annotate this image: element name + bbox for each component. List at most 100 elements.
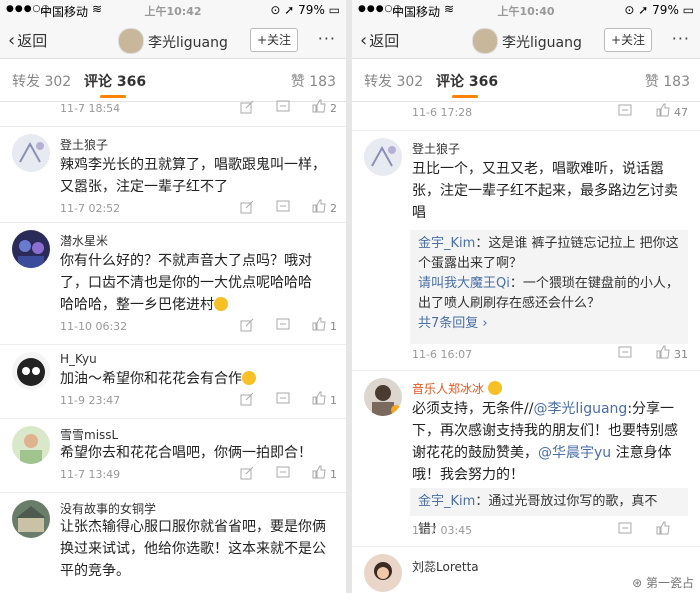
comment-line: 唱 bbox=[412, 205, 426, 221]
comment-time: 11-7 03:45 bbox=[412, 524, 473, 537]
like-icon[interactable] bbox=[312, 199, 326, 213]
list-item: 雪雪missL 希望你去和花花合唱吧，你俩一拍即合！ 11-7 13:49 1 bbox=[0, 418, 346, 493]
repost-icon[interactable] bbox=[240, 100, 254, 114]
comment-time: 11-7 18:54 bbox=[60, 102, 121, 115]
comment-icon[interactable] bbox=[276, 392, 290, 406]
tab-repost[interactable]: 转发 302 bbox=[364, 71, 423, 91]
comment-line: 张，注定一辈子红不起来，最多路边乞讨卖 bbox=[412, 183, 678, 199]
repost-icon[interactable] bbox=[240, 200, 254, 214]
nav-bar: ‹ 返回 李光liguang +关注 ··· bbox=[352, 22, 700, 59]
like-count: 2 bbox=[330, 102, 337, 115]
reply-item[interactable]: 请叫我大魔王Qi：一个猥琐在键盘前的小人， bbox=[418, 274, 680, 294]
reply-item[interactable]: 金宇_Kim：这是谁 裤子拉链忘记拉上 把你这 bbox=[418, 234, 680, 254]
comment-text: 必须支持，无条件//@李光liguang:分享一 下，再次感谢支持我的朋友们！也… bbox=[412, 398, 686, 486]
commenter-name[interactable]: 潜水星米 bbox=[60, 232, 108, 249]
commenter-name[interactable]: 登土狼子 bbox=[60, 136, 108, 153]
follow-button[interactable]: +关注 bbox=[250, 28, 298, 52]
comment-list: 11-6 17:28 47 登土狼子 丑比一个，又丑又老，唱歌难听，说话嚣 张，… bbox=[352, 102, 700, 593]
comment-icon[interactable] bbox=[618, 104, 632, 118]
comment-icon[interactable] bbox=[276, 200, 290, 214]
nav-bar: ‹ 返回 李光liguang +关注 ··· bbox=[0, 22, 346, 59]
list-item: 11-6 17:28 47 bbox=[352, 102, 700, 131]
avatar[interactable] bbox=[12, 230, 50, 268]
status-bar: ●●●○○ 中国移动 ≋ 上午10:42 ⊙ ➚ 79% ▭ bbox=[0, 0, 346, 22]
comment-line: 换过来试试，他给你选歌！这本来就不是公 bbox=[60, 541, 326, 557]
commenter-name[interactable]: 音乐人郑冰冰 bbox=[412, 380, 502, 397]
right-screenshot: ●●●○○ 中国移动 ≋ 上午10:40 ⊙ ➚ 79% ▭ ‹ 返回 李光lig… bbox=[352, 0, 700, 593]
upside-down-face-icon bbox=[214, 297, 228, 311]
like-count: 31 bbox=[674, 348, 688, 361]
commenter-name[interactable]: 登土狼子 bbox=[412, 140, 460, 157]
repost-icon[interactable] bbox=[240, 318, 254, 332]
like-icon[interactable] bbox=[312, 391, 326, 405]
reply-user[interactable]: 金宇_Kim bbox=[418, 494, 475, 509]
commenter-name-text: 音乐人郑冰冰 bbox=[412, 382, 485, 396]
author-avatar[interactable] bbox=[118, 28, 144, 54]
comment-icon[interactable] bbox=[276, 100, 290, 114]
comment-line: 让张杰输得心服口服你就省省吧，要是你俩 bbox=[60, 519, 326, 535]
reply-user[interactable]: 金宇_Kim bbox=[418, 236, 475, 251]
page-title: 李光liguang bbox=[502, 35, 582, 51]
repost-icon[interactable] bbox=[240, 392, 254, 406]
commenter-name[interactable]: 刘蕊Loretta bbox=[412, 558, 479, 575]
avatar[interactable] bbox=[364, 554, 402, 592]
mention-link[interactable]: @李光liguang bbox=[533, 401, 627, 417]
avatar[interactable] bbox=[12, 426, 50, 464]
avatar[interactable] bbox=[364, 138, 402, 176]
like-icon[interactable] bbox=[656, 521, 670, 535]
like-count: 47 bbox=[674, 106, 688, 119]
tab-indicator bbox=[100, 95, 126, 98]
tab-like[interactable]: 赞 183 bbox=[291, 71, 336, 91]
comment-text: 丑比一个，又丑又老，唱歌难听，说话嚣 张，注定一辈子红不起来，最多路边乞讨卖 唱 bbox=[412, 158, 686, 224]
tab-bar: 转发 302 评论 366 赞 183 bbox=[0, 59, 346, 102]
more-icon[interactable]: ··· bbox=[672, 29, 690, 48]
comment-line: 丑比一个，又丑又老，唱歌难听，说话嚣 bbox=[412, 161, 664, 177]
repost-icon[interactable] bbox=[240, 466, 254, 480]
author-avatar[interactable] bbox=[472, 28, 498, 54]
tab-like[interactable]: 赞 183 bbox=[645, 71, 690, 91]
watermark: ⊛ 第一瓷占 bbox=[632, 576, 694, 590]
avatar[interactable] bbox=[12, 352, 50, 390]
comment-line: 下，再次感谢支持我的朋友们！也要特别感 bbox=[412, 423, 678, 439]
comment-time: 11-9 23:47 bbox=[60, 394, 121, 407]
commenter-name[interactable]: H_Kyu bbox=[60, 352, 97, 366]
comment-line: 又嚣张，注定一辈子红不了 bbox=[60, 179, 228, 195]
comment-icon[interactable] bbox=[276, 466, 290, 480]
tab-comment[interactable]: 评论 366 bbox=[84, 71, 146, 91]
like-icon[interactable] bbox=[656, 345, 670, 359]
avatar[interactable] bbox=[364, 378, 402, 416]
mention-link[interactable]: @华晨宇yu bbox=[538, 445, 611, 461]
like-icon[interactable] bbox=[656, 103, 670, 117]
list-item: 登土狼子 丑比一个，又丑又老，唱歌难听，说话嚣 张，注定一辈子红不起来，最多路边… bbox=[352, 130, 700, 371]
comment-time: 11-6 17:28 bbox=[412, 106, 473, 119]
chevron-left-icon: ‹ bbox=[8, 30, 16, 51]
avatar[interactable] bbox=[12, 134, 50, 172]
like-icon[interactable] bbox=[312, 99, 326, 113]
like-icon[interactable] bbox=[312, 317, 326, 331]
more-replies-link[interactable]: 共7条回复 › bbox=[418, 314, 680, 334]
like-count: 1 bbox=[330, 394, 337, 407]
commenter-name[interactable]: 没有故事的女铜学 bbox=[60, 500, 156, 517]
like-icon[interactable] bbox=[312, 465, 326, 479]
follow-button[interactable]: +关注 bbox=[604, 28, 652, 52]
avatar[interactable] bbox=[12, 500, 50, 538]
like-count: 2 bbox=[330, 202, 337, 215]
like-count: 1 bbox=[330, 468, 337, 481]
reply-user[interactable]: 请叫我大魔王Qi bbox=[418, 276, 510, 291]
comment-time: 11-7 02:52 bbox=[60, 202, 121, 215]
tab-comment[interactable]: 评论 366 bbox=[436, 71, 498, 91]
crown-icon bbox=[487, 381, 502, 395]
tab-repost[interactable]: 转发 302 bbox=[12, 71, 71, 91]
comment-line: :分享一 bbox=[627, 401, 675, 417]
comment-text: 希望你去和花花合唱吧，你俩一拍即合！ bbox=[60, 442, 332, 464]
comment-icon[interactable] bbox=[618, 522, 632, 536]
back-button[interactable]: ‹ 返回 bbox=[8, 30, 47, 51]
comment-time: 11-10 06:32 bbox=[60, 320, 128, 333]
comment-text: 让张杰输得心服口服你就省省吧，要是你俩 换过来试试，他给你选歌！这本来就不是公 … bbox=[60, 516, 332, 582]
back-button[interactable]: ‹ 返回 bbox=[360, 30, 399, 51]
comment-line: 加油～希望你和花花会有合作 bbox=[60, 371, 242, 387]
more-icon[interactable]: ··· bbox=[318, 29, 336, 48]
comment-icon[interactable] bbox=[276, 318, 290, 332]
commenter-name[interactable]: 雪雪missL bbox=[60, 426, 118, 443]
comment-icon[interactable] bbox=[618, 346, 632, 360]
